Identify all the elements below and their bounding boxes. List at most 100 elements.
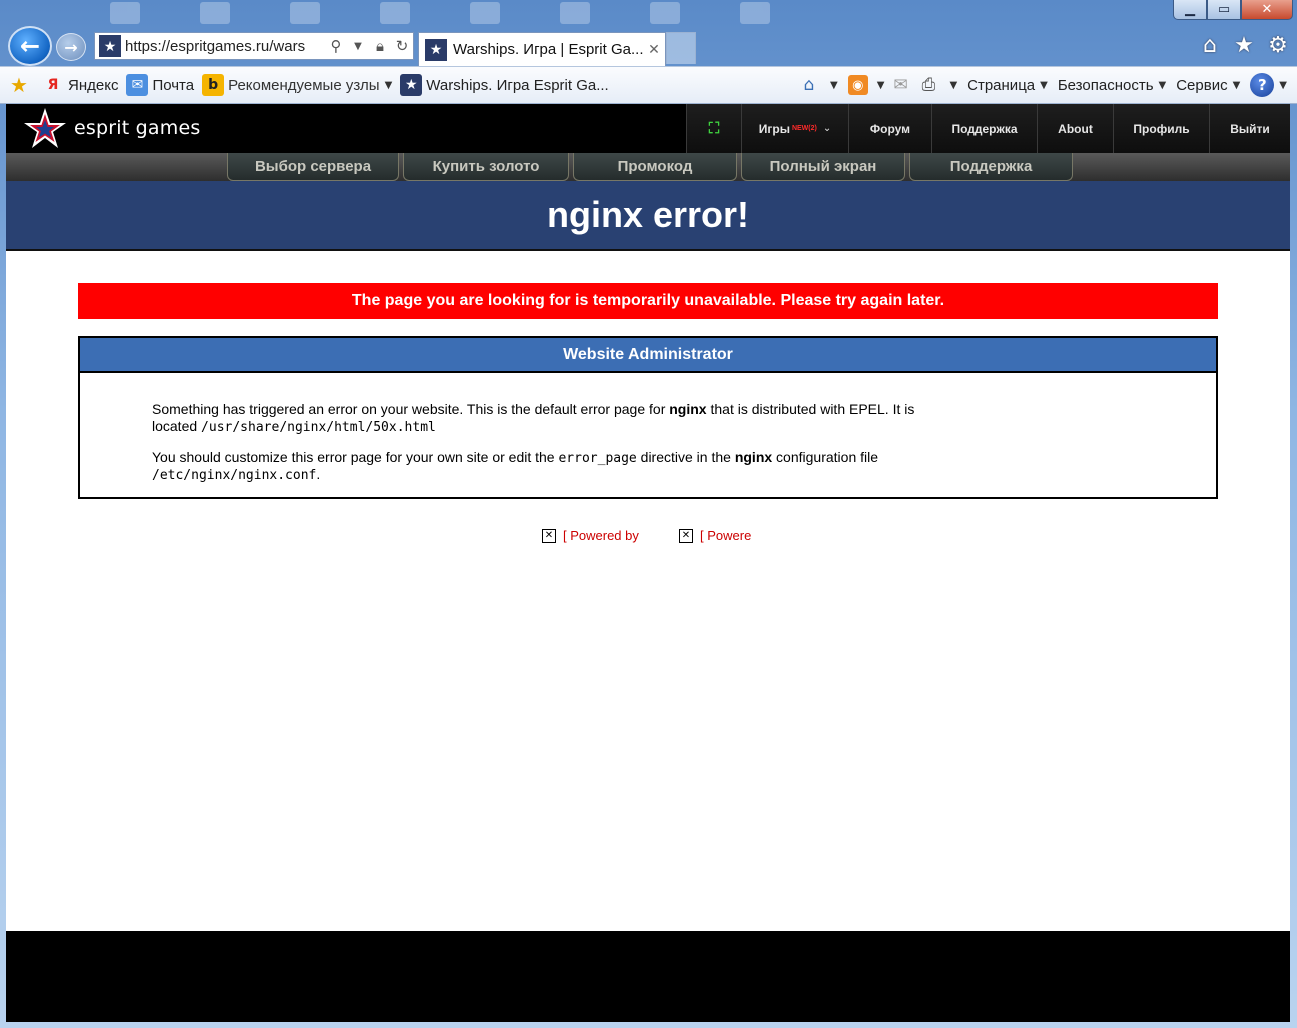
page-viewport: esprit games ⛶ Игры NEW(2) ⌄ Форум Подде… (6, 104, 1290, 1022)
expand-icon: ⛶ (708, 120, 720, 137)
powered-by-text: [ Powered by (563, 528, 639, 543)
powered-by-link-2[interactable]: ✕ [ Powere (679, 528, 751, 543)
site-favicon-icon: ★ (99, 35, 121, 57)
game-subnav: Выбор сервера Купить золото Промокод Пол… (6, 153, 1290, 181)
settings-gear-icon[interactable]: ⚙ (1265, 32, 1291, 58)
favorite-mail[interactable]: ✉ Почта (126, 74, 194, 96)
nav-games[interactable]: Игры NEW(2) ⌄ (741, 104, 848, 153)
favorite-label: Почта (152, 76, 195, 94)
lock-icon[interactable]: 🔒︎ (369, 37, 391, 55)
browser-toolbar-right: ⌂ ★ ⚙ (1197, 32, 1291, 58)
site-nav: ⛶ Игры NEW(2) ⌄ Форум Поддержка About Пр… (686, 104, 1290, 153)
tab-close-icon[interactable]: ✕ (643, 42, 665, 58)
favorites-bar: ★ Я Яндекс ✉ Почта b Рекомендуемые узлы … (0, 66, 1297, 104)
site-favicon-icon: ★ (400, 74, 423, 96)
nav-support[interactable]: Поддержка (931, 104, 1037, 153)
close-window-button[interactable]: ✕ (1241, 0, 1293, 20)
favorites-star-icon[interactable]: ★ (1231, 32, 1257, 58)
address-bar[interactable]: ★ https://espritgames.ru/wars ⚲ ▼ 🔒︎ ↻ (94, 32, 414, 60)
fullscreen-toggle-button[interactable]: ⛶ (686, 104, 741, 153)
tab-title: Warships. Игра | Esprit Ga... (453, 41, 643, 58)
favorite-suggested-sites[interactable]: b Рекомендуемые узлы ▼ (202, 74, 392, 96)
yandex-icon: Я (47, 77, 59, 93)
subnav-fullscreen[interactable]: Полный экран (741, 153, 905, 181)
nav-logout[interactable]: Выйти (1209, 104, 1290, 153)
home-icon[interactable]: ⌂ (797, 73, 821, 97)
nav-forum[interactable]: Форум (848, 104, 931, 153)
error-banner: nginx error! (6, 181, 1290, 251)
maximize-button[interactable]: ▭ (1207, 0, 1241, 20)
address-url[interactable]: https://espritgames.ru/wars (125, 38, 325, 55)
print-icon[interactable]: ⎙ (916, 73, 940, 97)
tools-menu-label: Сервис (1176, 76, 1228, 94)
back-arrow-icon: ← (19, 32, 41, 60)
new-tab-button[interactable] (666, 32, 696, 64)
nav-about[interactable]: About (1037, 104, 1113, 153)
rss-feed-icon[interactable]: ◉ (847, 75, 868, 95)
chevron-down-icon: ▼ (384, 79, 393, 91)
file-path: /usr/share/nginx/html/50x.html (201, 420, 436, 435)
nav-profile[interactable]: Профиль (1113, 104, 1209, 153)
subnav-buy-gold[interactable]: Купить золото (403, 153, 569, 181)
favorites-center-button[interactable]: ★ (8, 73, 34, 97)
read-mail-icon[interactable]: ✉ (888, 73, 912, 97)
back-button[interactable]: ← (8, 26, 52, 66)
help-menu[interactable]: ? ▼ (1250, 73, 1287, 97)
search-icon[interactable]: ⚲ (325, 37, 347, 55)
mail-icon: ✉ (126, 74, 149, 96)
text: configuration file (772, 449, 879, 465)
favorite-yandex[interactable]: Я Яндекс (42, 74, 119, 96)
favorite-warships[interactable]: ★ Warships. Игра Esprit Ga... (400, 74, 609, 96)
admin-box-header: Website Administrator (80, 338, 1216, 373)
powered-by-link-1[interactable]: ✕ [ Powered by (542, 528, 639, 543)
chevron-down-icon: ⌄ (822, 123, 832, 134)
subnav-support[interactable]: Поддержка (909, 153, 1073, 181)
window-titlebar: ▁ ▭ ✕ (0, 0, 1297, 26)
security-menu-label: Безопасность (1057, 76, 1154, 94)
favorites-add-star-icon: ★ (10, 73, 28, 97)
bing-icon: b (202, 74, 225, 96)
tools-menu[interactable]: Сервис ▼ (1176, 77, 1240, 94)
home-icon[interactable]: ⌂ (1197, 32, 1223, 58)
chevron-down-icon: ▼ (1279, 79, 1287, 91)
favorite-label: Warships. Игра Esprit Ga... (426, 76, 609, 94)
text: Something has triggered an error on your… (152, 401, 670, 417)
subnav-promo-code[interactable]: Промокод (573, 153, 737, 181)
text-nginx: nginx (669, 401, 707, 417)
security-menu[interactable]: Безопасность ▼ (1058, 77, 1166, 94)
text: . (316, 466, 321, 482)
nav-games-label: Игры (758, 121, 790, 136)
chevron-down-icon[interactable]: ▼ (877, 80, 885, 91)
forward-button[interactable]: → (56, 33, 86, 61)
dropdown-icon[interactable]: ▼ (347, 41, 369, 52)
page-title: nginx error! (546, 194, 750, 235)
subnav-select-server[interactable]: Выбор сервера (227, 153, 399, 181)
page-menu-label: Страница (967, 76, 1036, 94)
browser-navbar: ← → ★ https://espritgames.ru/wars ⚲ ▼ 🔒︎… (0, 26, 1297, 66)
site-header: esprit games ⛶ Игры NEW(2) ⌄ Форум Подде… (6, 104, 1290, 153)
page-menu[interactable]: Страница ▼ (967, 77, 1048, 94)
site-footer (6, 931, 1290, 1022)
admin-info-box: Website Administrator Something has trig… (78, 336, 1218, 499)
chevron-down-icon[interactable]: ▼ (949, 80, 957, 91)
broken-image-icon: ✕ (679, 528, 693, 543)
text: You should customize this error page for… (152, 449, 559, 465)
site-logo[interactable]: esprit games (22, 107, 200, 149)
tab-warships[interactable]: ★ Warships. Игра | Esprit Ga... ✕ (418, 32, 666, 66)
background-taskbar-blur (110, 2, 770, 24)
esprit-star-logo-icon (24, 108, 66, 148)
text: directive in the (636, 449, 735, 465)
minimize-button[interactable]: ▁ (1173, 0, 1207, 20)
command-bar: ⌂ ▼ ◉ ▼ ✉ ⎙ ▼ Страница ▼ Безопасность ▼ … (797, 67, 1287, 103)
site-favicon-icon: ★ (425, 38, 447, 61)
refresh-icon[interactable]: ↻ (391, 37, 413, 55)
chevron-down-icon[interactable]: ▼ (830, 80, 838, 91)
window-controls: ▁ ▭ ✕ (1173, 0, 1293, 20)
text-nginx: nginx (734, 449, 773, 465)
code-directive: error_page (558, 451, 637, 466)
file-path: /etc/nginx/nginx.conf (152, 468, 317, 483)
chevron-down-icon: ▼ (1158, 79, 1167, 91)
forward-arrow-icon: → (64, 37, 78, 57)
new-badge: NEW(2) (791, 125, 817, 132)
powered-by-text: [ Powere (700, 528, 752, 543)
